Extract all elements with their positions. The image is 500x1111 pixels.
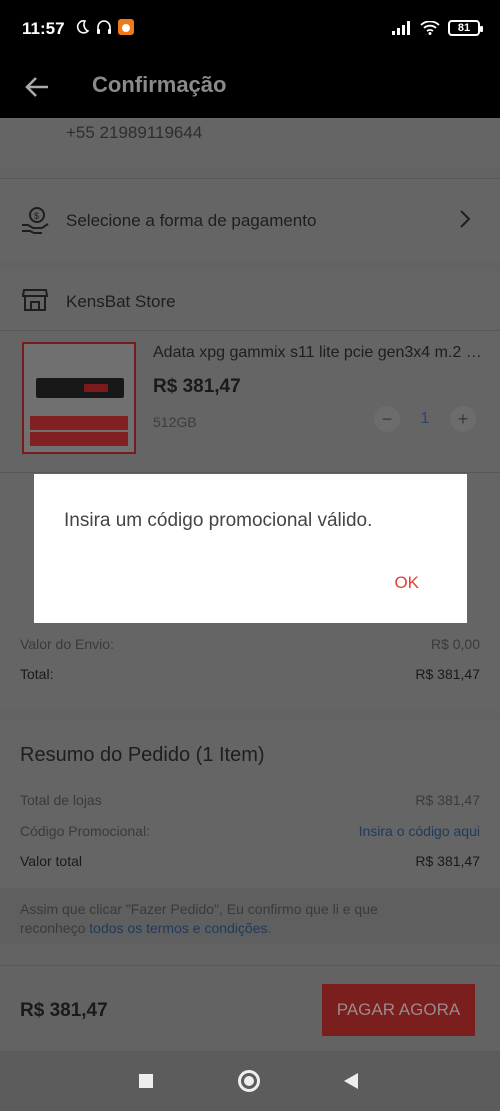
- product-promo-tag: [30, 416, 128, 430]
- promo-code-dialog: Insira um código promocional válido. OK: [34, 474, 467, 623]
- status-icons-right: 81: [392, 20, 483, 36]
- wifi-icon: [420, 21, 440, 35]
- system-nav-bar: [0, 1051, 500, 1111]
- stores-total-label: Total de lojas: [20, 792, 102, 808]
- dialog-message: Insira um código promocional válido.: [64, 510, 373, 531]
- product-promo-tag: [30, 432, 128, 446]
- grand-total-label: Valor total: [20, 853, 82, 869]
- terms-text: Assim que clicar "Fazer Pedido", Eu conf…: [20, 900, 440, 938]
- footer-total: R$ 381,47: [20, 1000, 108, 1021]
- terms-link[interactable]: todos os termos e condições: [89, 920, 267, 936]
- dialog-ok-button[interactable]: OK: [394, 573, 419, 593]
- status-bar: 11:57 81: [0, 0, 500, 60]
- shipping-row: Valor do Envio: R$ 0,00: [20, 636, 480, 652]
- payment-method-row[interactable]: $ Selecione a forma de pagamento: [0, 178, 500, 260]
- terms-suffix: .: [267, 920, 272, 936]
- signal-icon: [392, 21, 410, 35]
- store-total-row: Total: R$ 381,47: [20, 666, 480, 682]
- address-card[interactable]: +55 21989119644: [0, 118, 500, 168]
- app-bar: Confirmação: [0, 60, 500, 118]
- address-phone: +55 21989119644: [66, 123, 203, 142]
- moon-icon: [76, 20, 90, 34]
- store-total-label: Total:: [20, 666, 54, 682]
- quantity-stepper: − 1 +: [374, 406, 476, 432]
- status-icons-left: [74, 19, 134, 35]
- order-summary-card: Resumo do Pedido (1 Item) Total de lojas…: [0, 720, 500, 900]
- grand-total-value: R$ 381,47: [415, 853, 480, 869]
- home-icon[interactable]: [238, 1070, 260, 1092]
- recents-icon[interactable]: [139, 1074, 153, 1088]
- increase-quantity-button[interactable]: +: [450, 406, 476, 432]
- product-name[interactable]: Adata xpg gammix s11 lite pcie gen3x4 m.…: [153, 344, 483, 362]
- pay-now-button[interactable]: PAGAR AGORA: [322, 984, 475, 1036]
- shipping-value: R$ 0,00: [430, 636, 480, 652]
- shipping-label: Valor do Envio:: [20, 636, 114, 652]
- system-back-icon[interactable]: [344, 1073, 358, 1089]
- store-total-value: R$ 381,47: [415, 666, 480, 682]
- checkout-bottom-bar: R$ 381,47 PAGAR AGORA: [0, 965, 500, 1051]
- status-time: 11:57: [22, 19, 65, 38]
- product-price: R$ 381,47: [153, 376, 241, 397]
- product-variant: 512GB: [153, 414, 197, 430]
- terms-notice: Assim que clicar "Fazer Pedido", Eu conf…: [0, 888, 500, 944]
- order-summary-title: Resumo do Pedido (1 Item): [20, 744, 265, 766]
- headphones-icon: [97, 20, 111, 34]
- promo-code-row: Código Promocional: Insira o código aqui: [20, 823, 480, 839]
- app-notification-icon: [118, 19, 134, 35]
- store-icon: [22, 289, 48, 311]
- divider: [0, 330, 500, 331]
- product-ssd-graphic: [36, 378, 124, 398]
- promo-code-link[interactable]: Insira o código aqui: [359, 823, 480, 839]
- promo-code-label: Código Promocional:: [20, 823, 150, 839]
- payment-hand-coin-icon: $: [22, 207, 49, 234]
- store-name: KensBat Store: [66, 292, 176, 311]
- product-image[interactable]: [22, 342, 136, 454]
- battery-icon: 81: [448, 20, 483, 36]
- divider: [0, 472, 500, 473]
- grand-total-row: Valor total R$ 381,47: [20, 853, 480, 869]
- svg-text:$: $: [34, 211, 39, 221]
- stores-total-value: R$ 381,47: [415, 792, 480, 808]
- chevron-right-icon: [460, 210, 471, 228]
- back-arrow-icon[interactable]: [22, 72, 52, 102]
- stores-total-row: Total de lojas R$ 381,47: [20, 792, 480, 808]
- quantity-value: 1: [420, 410, 430, 427]
- payment-method-label: Selecione a forma de pagamento: [66, 211, 317, 230]
- page-title: Confirmação: [92, 72, 227, 97]
- decrease-quantity-button[interactable]: −: [374, 406, 400, 432]
